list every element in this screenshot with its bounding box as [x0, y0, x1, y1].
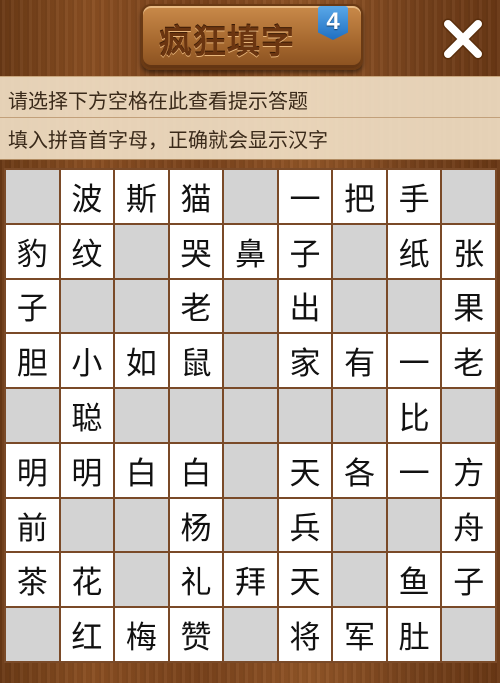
- grid-cell-filled: 纹: [60, 224, 114, 278]
- grid-cell-filled: 梅: [115, 608, 168, 661]
- grid-cell-filled: 老: [442, 334, 495, 388]
- grid-cell-filled: 把: [333, 170, 386, 223]
- grid-cell-filled: 子: [278, 224, 332, 278]
- grid-cell-filled: 一: [387, 334, 441, 388]
- grid-cell-filled: 杨: [169, 498, 223, 552]
- header-bar: 疯狂填字 4: [0, 0, 500, 76]
- grid-cell-filled: 果: [442, 279, 495, 333]
- grid-cell-filled: 斯: [115, 170, 168, 223]
- grid-cell-filled: 有: [333, 334, 386, 388]
- grid-cell-blank[interactable]: [224, 279, 277, 333]
- grid-cell-filled: 白: [169, 443, 223, 497]
- grid-cell-blank[interactable]: [6, 608, 59, 661]
- hint-line-1: 请选择下方空格在此查看提示答题: [8, 89, 308, 113]
- grid-cell-filled: 鼠: [169, 334, 223, 388]
- grid-cell-filled: 出: [278, 279, 332, 333]
- grid-cell-blank[interactable]: [60, 498, 114, 552]
- grid-cell-filled: 各: [333, 443, 386, 497]
- grid-cell-filled: 军: [333, 608, 386, 661]
- grid-cell-filled: 鱼: [387, 553, 441, 607]
- grid-cell-blank[interactable]: [6, 389, 59, 442]
- grid-cell-filled: 拜: [224, 553, 277, 607]
- grid-cell-filled: 比: [387, 389, 441, 442]
- grid-cell-blank[interactable]: [60, 279, 114, 333]
- close-button[interactable]: [438, 14, 488, 64]
- grid-cell-filled: 鼻: [224, 224, 277, 278]
- grid-cell-filled: 老: [169, 279, 223, 333]
- grid-cell-blank[interactable]: [115, 279, 168, 333]
- level-number: 4: [326, 8, 340, 35]
- grid-cell-filled: 赞: [169, 608, 223, 661]
- grid-cell-blank[interactable]: [115, 498, 168, 552]
- grid-cell-blank[interactable]: [115, 553, 168, 607]
- grid-cell-filled: 舟: [442, 498, 495, 552]
- grid-cell-blank[interactable]: [333, 279, 386, 333]
- grid-cell-filled: 胆: [6, 334, 59, 388]
- grid-cell-filled: 小: [60, 334, 114, 388]
- grid-cell-filled: 波: [60, 170, 114, 223]
- hint-line-2: 填入拼音首字母，正确就会显示汉字: [8, 128, 328, 152]
- grid-cell-filled: 白: [115, 443, 168, 497]
- grid-cell-blank[interactable]: [169, 389, 223, 442]
- crossword-grid: 波斯猫一把手豹纹哭鼻子纸张子老出果胆小如鼠家有一老聪比明明白白天各一方前杨兵舟茶…: [4, 168, 497, 663]
- grid-cell-blank[interactable]: [333, 553, 386, 607]
- grid-cell-blank[interactable]: [224, 334, 277, 388]
- grid-cell-blank[interactable]: [442, 608, 495, 661]
- grid-cell-filled: 如: [115, 334, 168, 388]
- grid-cell-filled: 家: [278, 334, 332, 388]
- grid-cell-filled: 天: [278, 553, 332, 607]
- grid-cell-filled: 哭: [169, 224, 223, 278]
- grid-cell-blank[interactable]: [224, 389, 277, 442]
- grid-cell-filled: 张: [442, 224, 495, 278]
- grid-cell-filled: 一: [278, 170, 332, 223]
- grid-cell-filled: 前: [6, 498, 59, 552]
- grid-cell-blank[interactable]: [224, 170, 277, 223]
- grid-cell-filled: 明: [60, 443, 114, 497]
- grid-cell-blank[interactable]: [224, 443, 277, 497]
- grid-cell-filled: 手: [387, 170, 441, 223]
- close-icon: [442, 18, 484, 60]
- grid-cell-blank[interactable]: [387, 498, 441, 552]
- grid-cell-filled: 子: [6, 279, 59, 333]
- grid-cell-filled: 肚: [387, 608, 441, 661]
- grid-cell-filled: 方: [442, 443, 495, 497]
- grid-cell-blank[interactable]: [278, 389, 332, 442]
- grid-cell-blank[interactable]: [442, 389, 495, 442]
- grid-cell-filled: 明: [6, 443, 59, 497]
- game-title: 疯狂填字: [159, 22, 295, 61]
- grid-cell-blank[interactable]: [333, 498, 386, 552]
- grid-cell-blank[interactable]: [333, 224, 386, 278]
- grid-cell-filled: 天: [278, 443, 332, 497]
- hint-panel: 请选择下方空格在此查看提示答题 填入拼音首字母，正确就会显示汉字: [0, 76, 500, 160]
- grid-cell-filled: 花: [60, 553, 114, 607]
- grid-cell-filled: 礼: [169, 553, 223, 607]
- grid-cell-filled: 纸: [387, 224, 441, 278]
- grid-cell-filled: 一: [387, 443, 441, 497]
- grid-cell-blank[interactable]: [333, 389, 386, 442]
- grid-cell-filled: 红: [60, 608, 114, 661]
- grid-cell-filled: 聪: [60, 389, 114, 442]
- grid-cell-filled: 猫: [169, 170, 223, 223]
- grid-cell-blank[interactable]: [442, 170, 495, 223]
- grid-cell-filled: 子: [442, 553, 495, 607]
- grid-cell-blank[interactable]: [224, 608, 277, 661]
- grid-cell-blank[interactable]: [6, 170, 59, 223]
- grid-cell-blank[interactable]: [115, 389, 168, 442]
- grid-cell-filled: 将: [278, 608, 332, 661]
- grid-cell-blank[interactable]: [224, 498, 277, 552]
- grid-cell-filled: 茶: [6, 553, 59, 607]
- grid-cell-blank[interactable]: [115, 224, 168, 278]
- grid-cell-filled: 兵: [278, 498, 332, 552]
- grid-cell-blank[interactable]: [387, 279, 441, 333]
- grid-cell-filled: 豹: [6, 224, 59, 278]
- hint-divider: [0, 117, 500, 118]
